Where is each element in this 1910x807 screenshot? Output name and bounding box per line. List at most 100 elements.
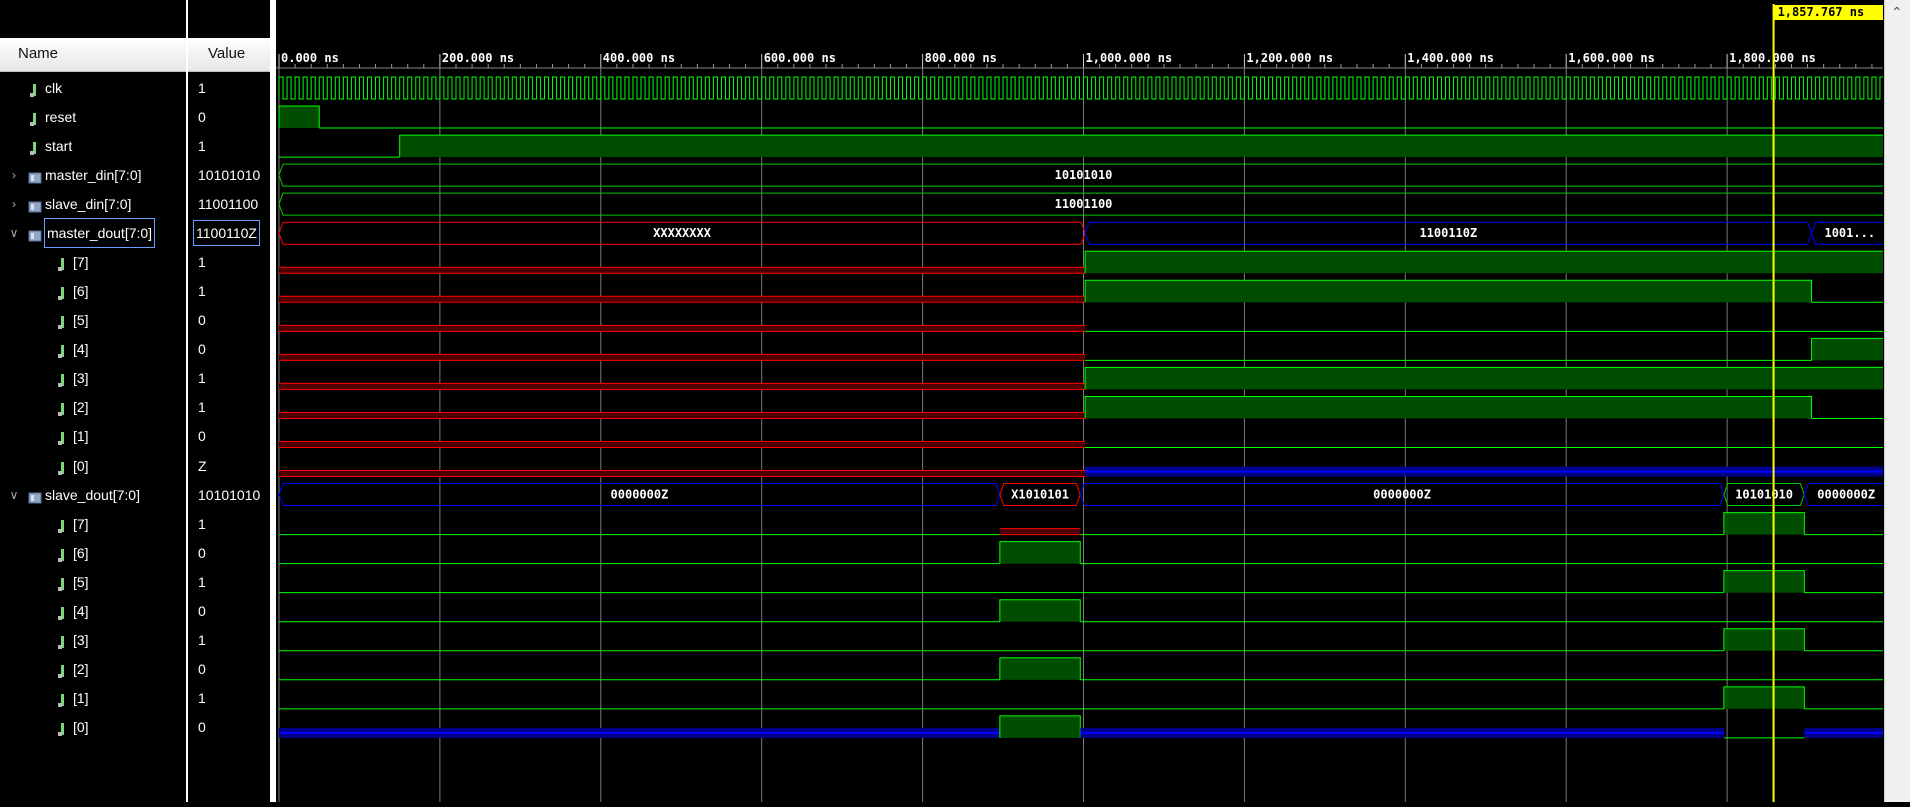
signal-name: slave_din[7:0] bbox=[45, 196, 132, 213]
ruler-tick-label: 400.000 ns bbox=[603, 51, 675, 65]
ruler-tick-label: 600.000 ns bbox=[764, 51, 836, 65]
signal-row[interactable]: clk bbox=[0, 74, 186, 102]
signal-row[interactable]: › master_din[7:0] bbox=[0, 161, 186, 189]
waveform-bit bbox=[279, 337, 1889, 361]
signal-row[interactable]: [6] bbox=[0, 539, 186, 567]
bit-signal-icon bbox=[56, 661, 70, 678]
bit-signal-icon bbox=[56, 254, 70, 272]
waveform-bit bbox=[279, 599, 1888, 623]
bit-signal-icon bbox=[28, 138, 42, 156]
bit-high-fill bbox=[1811, 338, 1888, 361]
bit-unknown-fill bbox=[279, 470, 1086, 477]
signal-value: 1 bbox=[198, 573, 206, 590]
bit-high-fill bbox=[1085, 280, 1812, 303]
bit-high-fill bbox=[999, 599, 1081, 622]
scroll-up-icon[interactable]: ⌃ bbox=[1891, 4, 1903, 21]
bus-signal-icon bbox=[28, 225, 42, 242]
bit-signal-icon bbox=[56, 341, 70, 359]
signal-row[interactable]: reset bbox=[0, 103, 186, 131]
waveform-bit bbox=[278, 105, 1888, 129]
signal-row[interactable]: ∨ slave_dout[7:0] bbox=[0, 481, 186, 509]
signal-value: 1 bbox=[198, 631, 206, 648]
signal-row[interactable]: [2] bbox=[0, 655, 186, 683]
signal-row[interactable]: [7] bbox=[0, 510, 186, 538]
waveform-bit bbox=[279, 628, 1888, 652]
expand-chevron-icon[interactable]: › bbox=[8, 190, 20, 218]
bit-signal-icon bbox=[56, 545, 70, 562]
signal-row[interactable]: [1] bbox=[0, 684, 186, 712]
signal-name: [3] bbox=[73, 370, 89, 387]
bit-signal-icon bbox=[56, 283, 70, 301]
waveform-bit bbox=[279, 395, 1888, 419]
signal-row[interactable]: [4] bbox=[0, 597, 186, 625]
bit-high-fill bbox=[399, 135, 1888, 158]
signal-value: 0 bbox=[198, 312, 206, 329]
waveform-bit bbox=[279, 279, 1888, 303]
signal-row[interactable]: [5] bbox=[0, 568, 186, 596]
signal-row[interactable]: › slave_din[7:0] bbox=[0, 190, 186, 218]
signal-row[interactable]: [6] bbox=[0, 277, 186, 305]
bit-signal-icon bbox=[56, 458, 70, 475]
bit-signal-icon bbox=[56, 632, 70, 649]
ruler-tick-label: 1,600.000 ns bbox=[1568, 51, 1655, 65]
signal-value: Z bbox=[198, 457, 207, 474]
ruler-tick-label: 1,200.000 ns bbox=[1246, 51, 1333, 65]
collapse-chevron-icon[interactable]: ∨ bbox=[8, 481, 20, 509]
bit-signal-icon bbox=[56, 719, 70, 736]
bit-signal-icon bbox=[56, 690, 70, 707]
signal-value: 0 bbox=[198, 602, 206, 619]
signal-row[interactable]: [2] bbox=[0, 393, 186, 421]
bit-signal-icon bbox=[56, 370, 70, 388]
signal-name: [4] bbox=[73, 341, 89, 358]
signal-name: reset bbox=[45, 109, 77, 126]
signal-row[interactable]: [0] bbox=[0, 713, 186, 741]
bit-signal-icon bbox=[28, 80, 42, 97]
waveform-clock bbox=[278, 76, 1888, 100]
bit-unknown-fill bbox=[279, 296, 1086, 303]
waveform-pane[interactable]: 0.000 ns 200.000 ns 400.000 ns 600.000 ns 80… bbox=[276, 4, 1889, 802]
signal-row[interactable]: [5] bbox=[0, 306, 186, 334]
bit-high-fill bbox=[1723, 628, 1805, 651]
signal-value: 1 bbox=[198, 689, 206, 706]
bus-segment-label: 11001100 bbox=[1055, 197, 1113, 211]
waveform-bit bbox=[279, 134, 1889, 158]
waveform-canvas[interactable]: 0.000 ns 200.000 ns 400.000 ns 600.000 ns 80… bbox=[276, 4, 1889, 802]
signal-name: [0] bbox=[73, 457, 89, 474]
collapse-chevron-icon[interactable]: ∨ bbox=[8, 219, 20, 247]
signal-name: [1] bbox=[73, 428, 89, 445]
waveform-bit bbox=[279, 541, 1888, 565]
name-column-header[interactable]: Name bbox=[0, 38, 186, 72]
signal-row[interactable]: [1] bbox=[0, 422, 186, 450]
expand-chevron-icon[interactable]: › bbox=[8, 161, 20, 189]
signal-row[interactable]: ∨ master_dout[7:0] bbox=[0, 218, 186, 249]
signal-row[interactable]: [0] bbox=[0, 452, 186, 480]
signal-value: 1 bbox=[198, 80, 206, 96]
ruler-tick-label: 0.000 ns bbox=[281, 51, 339, 65]
bus-segment-label: 0000000Z bbox=[611, 488, 669, 502]
signal-name: [5] bbox=[73, 573, 89, 590]
bus-segment-label: 1001... bbox=[1824, 226, 1875, 240]
signal-name: [4] bbox=[73, 602, 89, 619]
bus-segment-label: X1010101 bbox=[1011, 488, 1069, 502]
signal-row[interactable]: [4] bbox=[0, 335, 186, 363]
time-gridlines bbox=[278, 68, 1728, 802]
signal-value: 1 bbox=[198, 283, 206, 300]
signal-row[interactable]: [7] bbox=[0, 248, 186, 276]
vertical-scrollbar[interactable]: ⌃ bbox=[1884, 0, 1910, 802]
value-column-header[interactable]: Value bbox=[188, 38, 270, 72]
ruler-tick-label: 200.000 ns bbox=[442, 51, 514, 65]
signal-row[interactable]: [3] bbox=[0, 364, 186, 392]
signal-row[interactable]: start bbox=[0, 132, 186, 160]
ruler-tick-label: 1,000.000 ns bbox=[1086, 51, 1173, 65]
bit-high-fill bbox=[1085, 367, 1888, 390]
signal-name: master_dout[7:0] bbox=[43, 218, 156, 249]
bit-unknown-fill bbox=[279, 412, 1086, 419]
bus-signal-icon bbox=[28, 487, 42, 504]
ruler-tick-label: 1,400.000 ns bbox=[1407, 51, 1494, 65]
signal-value: 0 bbox=[198, 428, 206, 445]
bit-signal-icon bbox=[56, 574, 70, 591]
signal-row[interactable]: [3] bbox=[0, 626, 186, 654]
bit-high-fill bbox=[999, 541, 1081, 564]
name-column: Name clk reset start › master_din[7:0] › slave… bbox=[0, 0, 186, 802]
ruler-tick-label: 800.000 ns bbox=[925, 51, 997, 65]
